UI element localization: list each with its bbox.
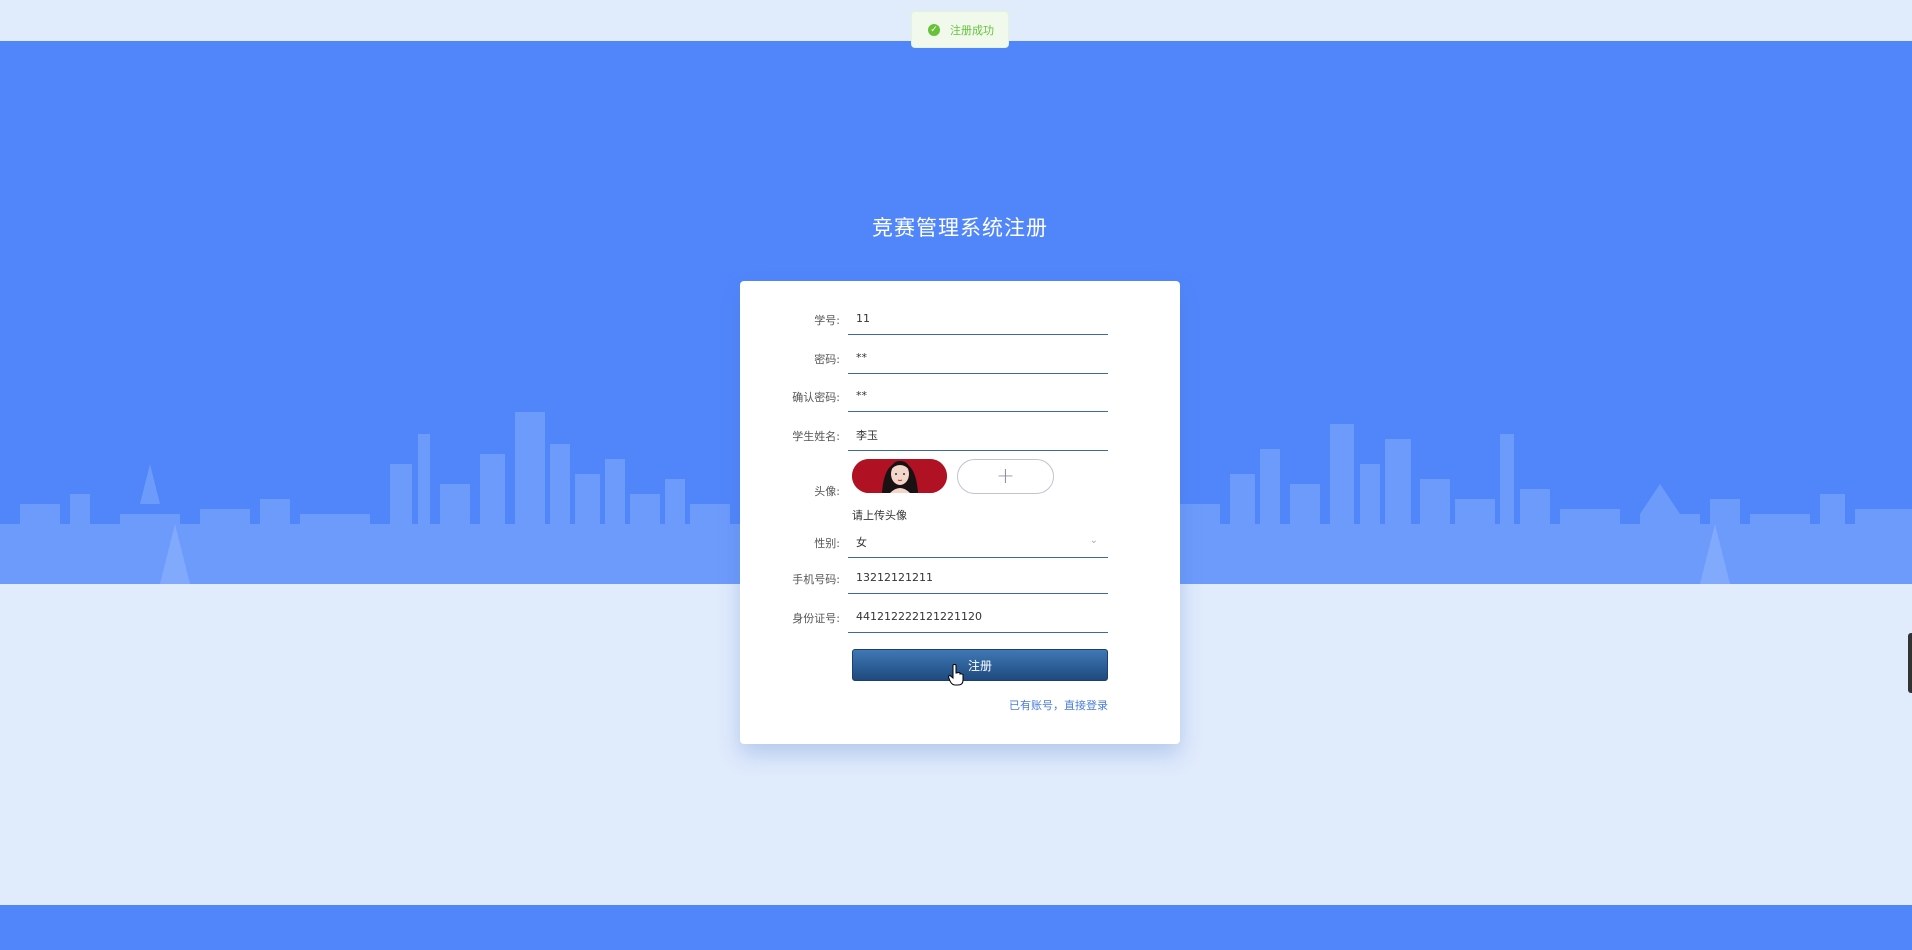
login-link[interactable]: 已有账号，直接登录: [1009, 697, 1108, 713]
student-id-input[interactable]: [848, 303, 1108, 335]
row-student-id: 学号:: [740, 303, 1180, 335]
toast-text: 注册成功: [950, 23, 994, 37]
phone-label: 手机号码:: [792, 573, 840, 586]
row-phone: 手机号码:: [740, 562, 1180, 594]
gender-label: 性别:: [814, 537, 840, 550]
id-card-label: 身份证号:: [792, 612, 840, 625]
page-title: 竞赛管理系统注册: [872, 216, 1048, 240]
success-toast: ✓ 注册成功: [911, 11, 1009, 48]
row-password: 密码:: [740, 342, 1180, 374]
student-name-input[interactable]: [848, 419, 1108, 451]
side-scroll-handle[interactable]: [1908, 633, 1912, 693]
chevron-down-icon: ⌄: [1089, 535, 1098, 546]
row-id-card: 身份证号:: [740, 601, 1180, 633]
plus-icon: +: [996, 464, 1015, 489]
row-student-name: 学生姓名:: [740, 419, 1180, 451]
gender-value: 女: [856, 535, 867, 549]
avatar-upload-tip: 请上传头像: [852, 509, 907, 522]
password-label: 密码:: [814, 353, 840, 366]
row-gender: 性别: 女 ⌄: [740, 526, 1180, 558]
check-circle-icon: ✓: [928, 23, 940, 36]
bottom-band: [0, 905, 1912, 950]
password-input[interactable]: [848, 342, 1108, 374]
avatar-upload-button[interactable]: +: [957, 459, 1054, 494]
row-confirm-password: 确认密码:: [740, 380, 1180, 412]
hand-pointer-icon: [948, 664, 964, 686]
avatar-image[interactable]: [852, 459, 947, 493]
avatar-label: 头像:: [814, 485, 840, 498]
register-button[interactable]: 注册: [852, 649, 1108, 681]
gender-select[interactable]: 女 ⌄: [848, 526, 1108, 558]
confirm-password-label: 确认密码:: [792, 391, 840, 404]
phone-input[interactable]: [848, 562, 1108, 594]
student-name-label: 学生姓名:: [792, 430, 840, 443]
id-card-input[interactable]: [848, 601, 1108, 633]
student-id-label: 学号:: [814, 314, 840, 327]
confirm-password-input[interactable]: [848, 380, 1108, 412]
